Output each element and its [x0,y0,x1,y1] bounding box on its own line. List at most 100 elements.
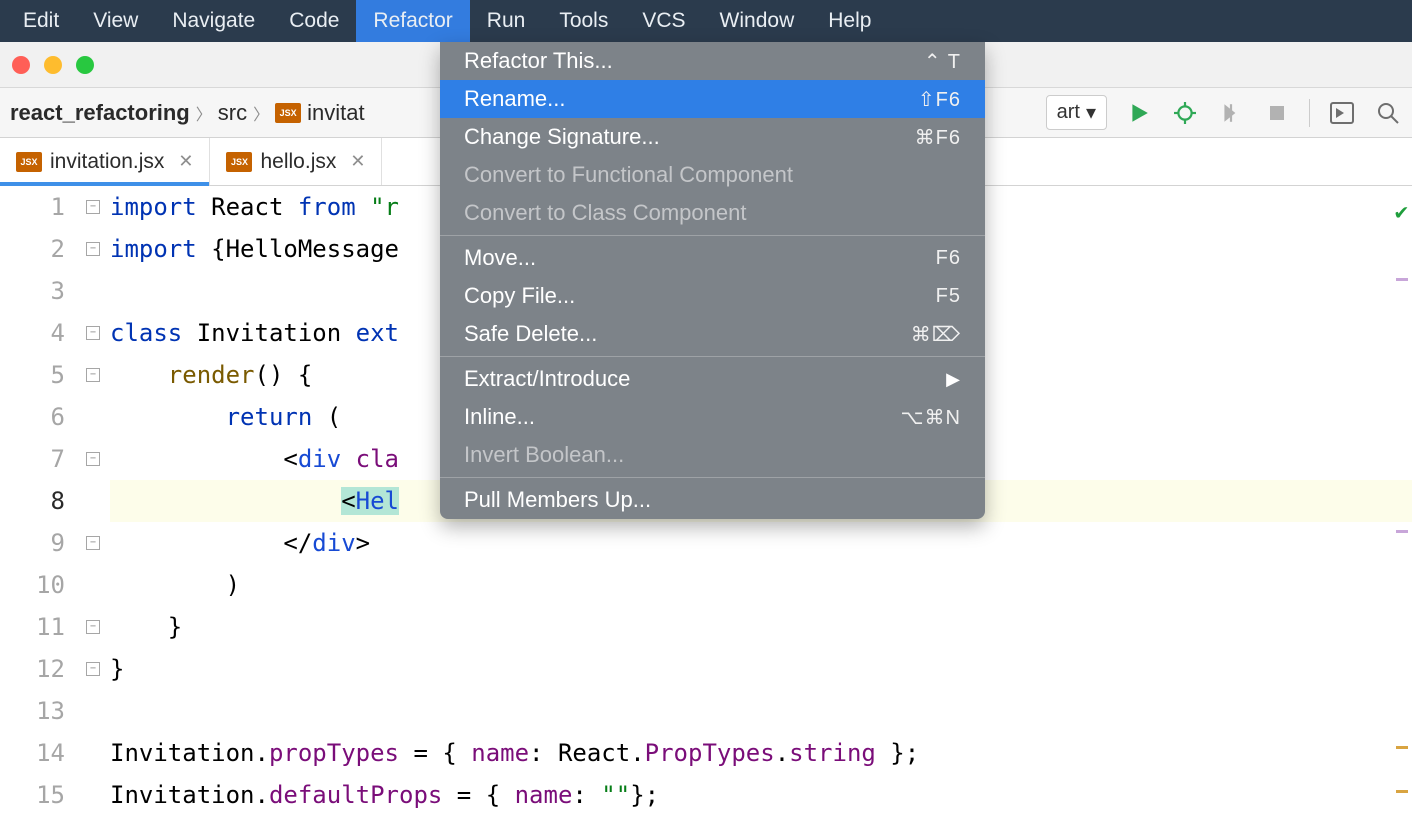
code-token: propTypes [269,739,399,767]
debug-button[interactable] [1171,99,1199,127]
tab-hello-jsx[interactable]: JSX hello.jsx ✕ [210,138,382,185]
code-line[interactable]: </div> [110,522,1412,564]
line-number[interactable]: 9 [0,522,65,564]
chevron-right-icon: 〉 [196,101,212,125]
code-token: ) [110,571,240,599]
menu-item-copy-file[interactable]: Copy File...F5 [440,277,985,315]
code-token: "" [601,781,630,809]
fold-toggle[interactable]: − [86,326,100,340]
menu-item-extract-introduce[interactable]: Extract/Introduce▶ [440,360,985,398]
stop-button[interactable] [1263,99,1291,127]
menu-help[interactable]: Help [811,0,888,42]
code-token [110,487,341,515]
close-icon[interactable]: ✕ [350,151,365,172]
fold-toggle[interactable]: − [86,368,100,382]
menu-item-label: Pull Members Up... [464,487,651,513]
menu-item-pull-members-up[interactable]: Pull Members Up... [440,481,985,519]
code-token [110,403,226,431]
fold-toggle[interactable]: − [86,242,100,256]
line-number[interactable]: 10 [0,564,65,606]
menu-item-change-signature[interactable]: Change Signature...⌘F6 [440,118,985,156]
breadcrumb-file-label: invitat [307,100,364,126]
line-number[interactable]: 4 [0,312,65,354]
jsx-file-icon: JSX [226,152,252,172]
window-maximize-button[interactable] [76,56,94,74]
search-everywhere-button[interactable] [1374,99,1402,127]
menu-item-label: Move... [464,245,536,271]
menu-run[interactable]: Run [470,0,543,42]
line-number[interactable]: 3 [0,270,65,312]
breadcrumb-file[interactable]: JSX invitat [275,100,364,126]
error-stripe[interactable]: ✔ [1394,186,1412,834]
code-line[interactable]: ) [110,564,1412,606]
menu-code[interactable]: Code [272,0,356,42]
menu-item-rename[interactable]: Rename...⇧F6 [440,80,985,118]
tab-label: invitation.jsx [50,150,164,174]
menu-item-shortcut: ⇧F6 [918,87,961,112]
line-number[interactable]: 14 [0,732,65,774]
inspection-marker[interactable] [1396,530,1408,533]
code-line[interactable] [110,690,1412,732]
line-number[interactable]: 7 [0,438,65,480]
menu-item-safe-delete[interactable]: Safe Delete...⌘⌦ [440,315,985,353]
menu-vcs[interactable]: VCS [625,0,702,42]
menu-item-label: Inline... [464,404,535,430]
menu-item-label: Convert to Class Component [464,200,746,226]
run-configuration-selector[interactable]: art ▾ [1046,95,1107,130]
menu-item-inline[interactable]: Inline...⌥⌘N [440,398,985,436]
breadcrumb-project[interactable]: react_refactoring [10,100,190,126]
line-number[interactable]: 12 [0,648,65,690]
code-token: div [312,529,355,557]
fold-toggle[interactable]: − [86,536,100,550]
menu-refactor[interactable]: Refactor [356,0,469,42]
code-line[interactable]: Invitation.defaultProps = { name: ""}; [110,774,1412,816]
line-number[interactable]: 6 [0,396,65,438]
menu-item-refactor-this[interactable]: Refactor This...⌃ T [440,42,985,80]
fold-toggle[interactable]: − [86,200,100,214]
chevron-down-icon: ▾ [1086,100,1096,125]
line-number[interactable]: 1 [0,186,65,228]
fold-toggle[interactable]: − [86,620,100,634]
code-line[interactable]: } [110,606,1412,648]
line-number[interactable]: 8 [0,480,65,522]
window-minimize-button[interactable] [44,56,62,74]
line-number[interactable]: 5I [0,354,65,396]
code-line[interactable]: } [110,648,1412,690]
tab-invitation-jsx[interactable]: JSX invitation.jsx ✕ [0,138,210,185]
menu-edit[interactable]: Edit [6,0,76,42]
toolbar-separator [1309,99,1310,127]
window-close-button[interactable] [12,56,30,74]
menu-navigate[interactable]: Navigate [155,0,272,42]
code-token: string [789,739,876,767]
line-number[interactable]: 2 [0,228,65,270]
menu-item-label: Copy File... [464,283,575,309]
code-token: import [110,193,211,221]
breadcrumb-folder[interactable]: src [218,100,247,126]
line-number[interactable]: 11 [0,606,65,648]
line-number-gutter: 12345I6789101112131415 [0,186,86,834]
fold-toggle[interactable]: − [86,452,100,466]
menu-item-label: Change Signature... [464,124,660,150]
code-token: : React. [529,739,645,767]
inspection-marker[interactable] [1396,746,1408,749]
menu-item-move[interactable]: Move...F6 [440,239,985,277]
menu-tools[interactable]: Tools [542,0,625,42]
inspection-marker[interactable] [1396,790,1408,793]
fold-toggle[interactable]: − [86,662,100,676]
run-button[interactable] [1125,99,1153,127]
inspection-marker[interactable] [1396,278,1408,281]
breadcrumb: react_refactoring 〉 src 〉 JSX invitat [10,100,365,126]
run-anything-button[interactable] [1328,99,1356,127]
code-token: Invitation [197,319,356,347]
code-token: } [110,655,124,683]
code-line[interactable]: Invitation.propTypes = { name: React.Pro… [110,732,1412,774]
line-number[interactable]: 15 [0,774,65,816]
close-icon[interactable]: ✕ [178,151,193,172]
line-number[interactable]: 13 [0,690,65,732]
menu-item-label: Extract/Introduce [464,366,630,392]
run-with-coverage-button[interactable] [1217,99,1245,127]
menu-view[interactable]: View [76,0,155,42]
menu-window[interactable]: Window [703,0,812,42]
code-token: } [110,613,182,641]
code-token: PropTypes [645,739,775,767]
